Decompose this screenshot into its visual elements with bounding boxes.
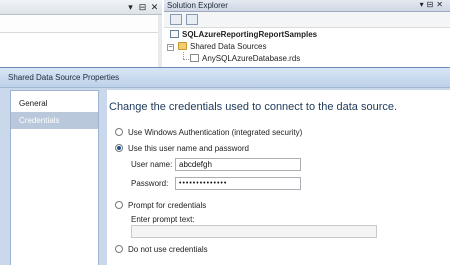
username-input[interactable]: abcdefgh [175,158,301,171]
username-label: User name: [131,160,173,169]
solution-icon [170,30,179,38]
password-label: Password: [131,179,169,188]
document-tab-bar: ▾ ⊟ ✕ [0,0,162,15]
collapse-icon[interactable]: − [167,44,174,51]
solution-explorer: Solution Explorer ▾⊟✕ SQLAzureReportingR… [164,0,450,68]
nav-item-credentials[interactable]: Credentials [11,112,98,129]
credentials-panel: Change the credentials used to connect t… [107,90,450,265]
prompt-text-input[interactable] [131,225,377,238]
option-prompt[interactable]: Prompt for credentials [115,200,206,212]
document-header-strip [0,15,162,33]
data-source-file-icon [190,54,199,62]
dialog-nav: General Credentials [10,90,99,265]
vertical-scrollbar[interactable] [158,15,162,67]
radio-no-credentials[interactable] [115,245,123,253]
option-user-pass[interactable]: Use this user name and password [115,143,249,155]
radio-windows-auth[interactable] [115,128,123,136]
solution-explorer-toolbar [164,12,450,28]
radio-user-pass[interactable] [115,144,123,152]
shared-data-source-properties-dialog: Shared Data Source Properties General Cr… [0,67,450,265]
password-input[interactable]: •••••••••••••• [175,177,301,190]
option-no-credentials[interactable]: Do not use credentials [115,244,208,256]
solution-tree: SQLAzureReportingReportSamples − Shared … [164,28,450,68]
tree-item-shared-data-sources[interactable]: Shared Data Sources [178,41,267,52]
option-windows-auth[interactable]: Use Windows Authentication (integrated s… [115,127,302,139]
tree-item-rds-file[interactable]: AnySQLAzureDatabase.rds [190,53,300,64]
close-icon[interactable]: ✕ [436,0,446,9]
dialog-title: Shared Data Source Properties [8,73,120,82]
close-icon[interactable]: ✕ [149,2,160,13]
dropdown-icon[interactable]: ▾ [125,2,136,13]
tree-item-solution[interactable]: SQLAzureReportingReportSamples [170,29,317,40]
folder-icon [178,42,187,50]
radio-prompt[interactable] [115,201,123,209]
properties-icon[interactable] [170,14,182,25]
solution-explorer-title: Solution Explorer [167,1,228,10]
dropdown-icon[interactable]: ▾ [420,0,427,9]
pin-icon[interactable]: ⊟ [427,0,437,9]
panel-heading: Change the credentials used to connect t… [109,101,398,113]
pin-icon[interactable]: ⊟ [137,2,148,13]
solution-explorer-titlebar: Solution Explorer ▾⊟✕ [164,0,450,12]
nav-item-general[interactable]: General [11,95,98,112]
dialog-titlebar: Shared Data Source Properties [0,68,450,88]
show-all-files-icon[interactable] [186,14,198,25]
